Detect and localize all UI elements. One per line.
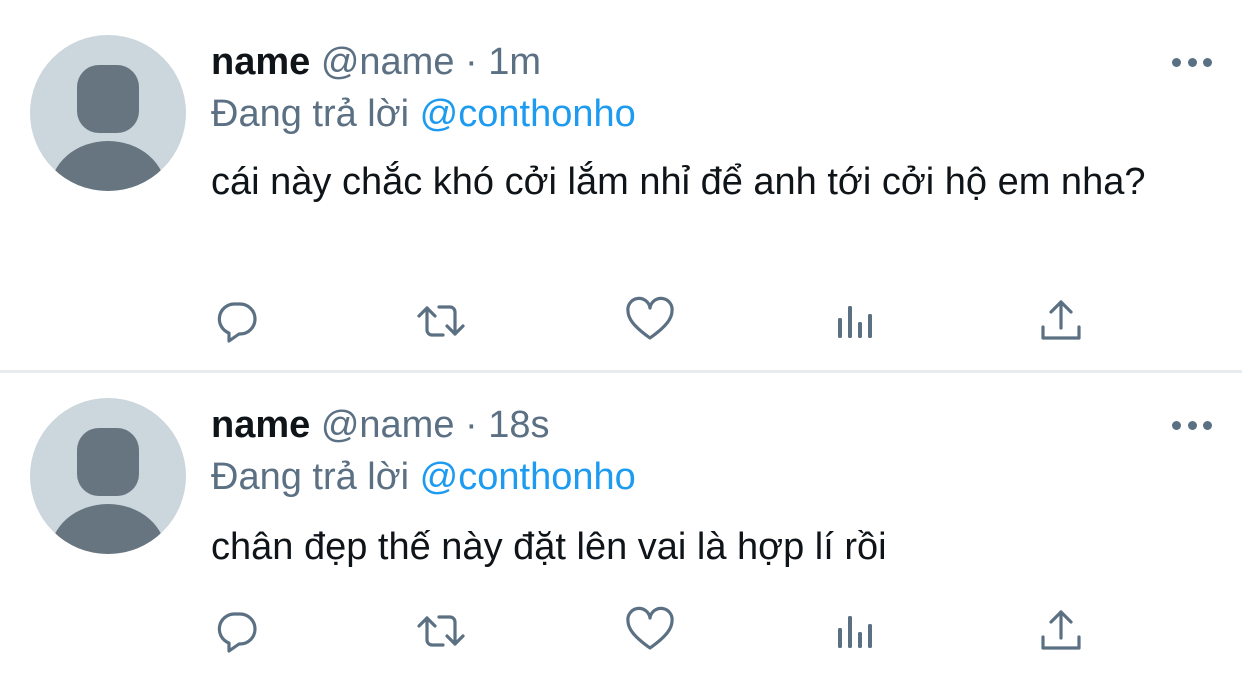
header-separator: · [465,404,478,446]
reply-button[interactable] [212,606,262,656]
avatar[interactable] [30,35,186,191]
analytics-icon [838,306,872,338]
tweet-header: name @name · 18s [211,403,550,447]
more-dot [1187,420,1197,430]
tweet[interactable]: name @name · 1m Đang trả lời @conthonho … [0,0,1242,370]
replying-to-line: Đang trả lời @conthonho [211,455,636,499]
retweet-icon [417,615,465,647]
replying-to-label: Đang trả lời [211,456,410,498]
tweet[interactable]: name @name · 18s Đang trả lời @conthonho… [0,373,1242,680]
tweet-text: cái này chắc khó cởi lắm nhỉ để anh tới … [211,161,1146,203]
replying-to-line: Đang trả lời @conthonho [211,92,636,136]
reply-button[interactable] [212,296,262,346]
more-dot [1203,420,1212,430]
heart-icon [626,606,674,650]
share-button[interactable] [1036,296,1086,346]
retweet-button[interactable] [416,606,466,656]
avatar-body-shape [50,504,166,554]
share-icon [1041,610,1081,650]
more-dot [1203,57,1212,67]
tweet-header: name @name · 1m [211,40,541,84]
tweet-timestamp[interactable]: 18s [488,404,549,446]
tweet-timestamp[interactable]: 1m [488,41,541,83]
more-dot [1172,57,1181,67]
more-options-button[interactable] [1172,415,1212,435]
like-button[interactable] [625,606,675,656]
analytics-icon [838,616,872,648]
analytics-button[interactable] [831,606,881,656]
header-separator: · [465,41,478,83]
retweet-button[interactable] [416,296,466,346]
like-button[interactable] [625,296,675,346]
share-button[interactable] [1036,606,1086,656]
heart-icon [626,296,674,340]
display-name[interactable]: name [211,41,310,83]
reply-icon [217,612,257,653]
replying-to-mention[interactable]: @conthonho [420,456,636,498]
share-icon [1041,300,1081,340]
user-handle[interactable]: @name [321,404,455,446]
display-name[interactable]: name [211,404,310,446]
reply-icon [217,302,257,343]
avatar-body-shape [50,141,166,191]
tweet-actions [0,296,1242,346]
analytics-button[interactable] [831,296,881,346]
avatar-head-shape [77,428,139,496]
more-dot [1172,420,1181,430]
replying-to-mention[interactable]: @conthonho [420,93,636,135]
more-dot [1187,57,1197,67]
more-options-button[interactable] [1172,52,1212,72]
retweet-icon [417,305,465,337]
avatar-head-shape [77,65,139,133]
tweet-text: chân đẹp thế này đặt lên vai là hợp lí r… [211,526,887,568]
replying-to-label: Đang trả lời [211,93,410,135]
avatar[interactable] [30,398,186,554]
user-handle[interactable]: @name [321,41,455,83]
tweet-actions [0,606,1242,656]
